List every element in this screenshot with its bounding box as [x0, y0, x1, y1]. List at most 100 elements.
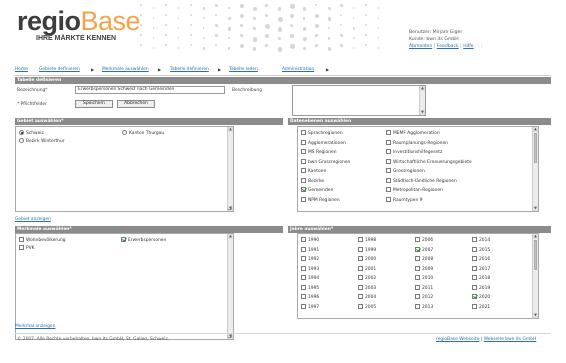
regiobase-website-link[interactable]: regioBase Webseite [436, 337, 479, 342]
radio-checked-icon[interactable] [19, 130, 24, 135]
checkbox-icon[interactable] [301, 177, 306, 183]
checkbox-item[interactable]: 2014 [472, 237, 490, 244]
checkbox-item[interactable]: 2009 [415, 265, 433, 273]
checkbox-icon[interactable] [358, 246, 363, 252]
checkbox-item[interactable]: 2017 [472, 265, 490, 273]
merkmal-option-erwerbspersonen[interactable]: Erwerbspersonen [121, 237, 166, 244]
checkbox-icon[interactable] [301, 237, 306, 242]
merkmale-scrollbar[interactable]: ▲ ▼ [227, 234, 233, 339]
checkbox-item[interactable]: 2010 [415, 275, 433, 282]
checkbox-item[interactable]: Investitionshilfegesetz [386, 149, 442, 156]
checkbox-icon[interactable] [301, 196, 306, 202]
checkbox-icon[interactable] [301, 294, 306, 299]
checkbox-item[interactable]: 2020 [472, 294, 490, 301]
checkbox-item[interactable]: Kantone [301, 168, 326, 175]
jahre-scrollbar[interactable]: ▲ ▼ [532, 234, 538, 318]
checkbox-icon[interactable] [472, 303, 477, 309]
checkbox-icon[interactable] [386, 149, 391, 154]
checkbox-icon[interactable] [415, 284, 420, 290]
checkbox-icon[interactable] [358, 265, 363, 271]
checkbox-item[interactable]: 1990 [301, 237, 319, 244]
beschreibung-textarea[interactable]: ▲ ▼ [292, 85, 426, 116]
scroll-up-icon[interactable]: ▲ [228, 234, 233, 239]
checkbox-item[interactable]: 2018 [472, 275, 490, 282]
checkbox-item[interactable]: 2006 [415, 237, 433, 244]
nav-gebiete-definieren[interactable]: Gebiete definieren [39, 67, 80, 72]
help-link[interactable]: Hilfe [463, 44, 473, 49]
checkbox-checked-icon[interactable] [472, 294, 477, 299]
checkbox-item[interactable]: 1995 [301, 284, 319, 292]
checkbox-item[interactable]: Städtisch-ländliche Regionen [386, 177, 457, 185]
checkbox-icon[interactable] [19, 237, 24, 242]
checkbox-item[interactable]: 2011 [415, 284, 433, 292]
scroll-down-icon[interactable]: ▼ [533, 313, 538, 318]
checkbox-icon[interactable] [415, 303, 420, 309]
checkbox-item[interactable]: Grossregionen [386, 168, 425, 175]
nav-tabelle-definieren[interactable]: Tabelle definieren [170, 67, 209, 72]
checkbox-item[interactable]: 1992 [301, 256, 319, 263]
checkbox-item[interactable]: 2019 [472, 284, 490, 292]
nav-tabelle-laden[interactable]: Tabelle laden [229, 67, 258, 72]
gebiet-option-bezirk-winterthur[interactable]: Bezirk Winterthur [19, 138, 65, 145]
checkbox-item[interactable]: 1994 [301, 275, 319, 282]
logout-link[interactable]: Abmelden [409, 44, 432, 49]
resize-grip-icon[interactable] [228, 206, 232, 210]
bwn-website-link[interactable]: Webseite bwn its GmbH [484, 337, 537, 342]
checkbox-icon[interactable] [472, 256, 477, 261]
checkbox-item[interactable]: 2000 [358, 256, 376, 263]
checkbox-item[interactable]: 2015 [472, 246, 490, 254]
checkbox-item[interactable]: Bezirke [301, 177, 324, 185]
abbrechen-button[interactable]: Abbrechen [117, 100, 155, 108]
checkbox-item[interactable]: Wirtschaftliche Erneuerungsgebiete [386, 158, 472, 166]
checkbox-icon[interactable] [386, 196, 391, 202]
checkbox-checked-icon[interactable] [301, 187, 306, 192]
checkbox-item[interactable]: 2021 [472, 303, 490, 311]
datenebenen-scrollbar[interactable]: ▲ ▼ [532, 127, 538, 211]
checkbox-item[interactable]: bwn Grossregionen [301, 158, 350, 166]
checkbox-item[interactable]: 2007 [415, 246, 433, 254]
checkbox-item[interactable]: 1998 [358, 237, 376, 244]
checkbox-item[interactable]: 1999 [358, 246, 376, 254]
gebiet-anzeigen-link[interactable]: Gebiet anzeigen [15, 217, 51, 222]
scroll-thumb[interactable] [534, 240, 537, 270]
scroll-thumb[interactable] [534, 133, 537, 163]
checkbox-icon[interactable] [301, 168, 306, 173]
checkbox-checked-icon[interactable] [121, 237, 126, 242]
textarea-scrollbar[interactable]: ▲ ▼ [419, 86, 425, 115]
checkbox-icon[interactable] [386, 139, 391, 145]
checkbox-item[interactable]: 2013 [415, 303, 433, 311]
checkbox-item[interactable]: 2004 [358, 294, 376, 301]
scroll-down-icon[interactable]: ▼ [533, 206, 538, 211]
checkbox-item[interactable]: 2001 [358, 265, 376, 273]
checkbox-icon[interactable] [415, 265, 420, 271]
checkbox-icon[interactable] [301, 246, 306, 252]
checkbox-icon[interactable] [301, 265, 306, 271]
nav-administration[interactable]: Administration [282, 67, 314, 72]
checkbox-icon[interactable] [472, 237, 477, 242]
checkbox-item[interactable]: 2012 [415, 294, 433, 301]
checkbox-checked-icon[interactable] [415, 246, 420, 252]
checkbox-icon[interactable] [358, 275, 363, 280]
checkbox-item[interactable]: Agglomerationen [301, 139, 346, 147]
feedback-link[interactable]: Feedback [437, 44, 459, 49]
checkbox-item[interactable]: 2002 [358, 275, 376, 282]
regiobase-logo[interactable]: regioBase IHRE MÄRKTE KENNEN [17, 8, 141, 43]
checkbox-icon[interactable] [301, 303, 306, 309]
checkbox-item[interactable]: 1996 [301, 294, 319, 301]
scroll-down-icon[interactable]: ▼ [420, 110, 425, 115]
checkbox-icon[interactable] [358, 256, 363, 261]
merkmal-option-wohnbevoelkerung[interactable]: Wohnbevölkerung [19, 237, 66, 244]
gebiet-scrollbar[interactable]: ▲ ▼ [227, 127, 233, 211]
checkbox-icon[interactable] [472, 265, 477, 271]
checkbox-item[interactable]: 1991 [301, 246, 319, 254]
checkbox-icon[interactable] [301, 139, 306, 145]
checkbox-icon[interactable] [386, 187, 391, 192]
checkbox-icon[interactable] [358, 284, 363, 290]
scroll-up-icon[interactable]: ▲ [228, 127, 233, 132]
resize-grip-icon[interactable] [228, 334, 232, 338]
checkbox-icon[interactable] [472, 284, 477, 290]
checkbox-icon[interactable] [472, 246, 477, 252]
checkbox-item[interactable]: 2008 [415, 256, 433, 263]
checkbox-item[interactable]: MS Regionen [301, 149, 337, 156]
checkbox-item[interactable]: 2016 [472, 256, 490, 263]
